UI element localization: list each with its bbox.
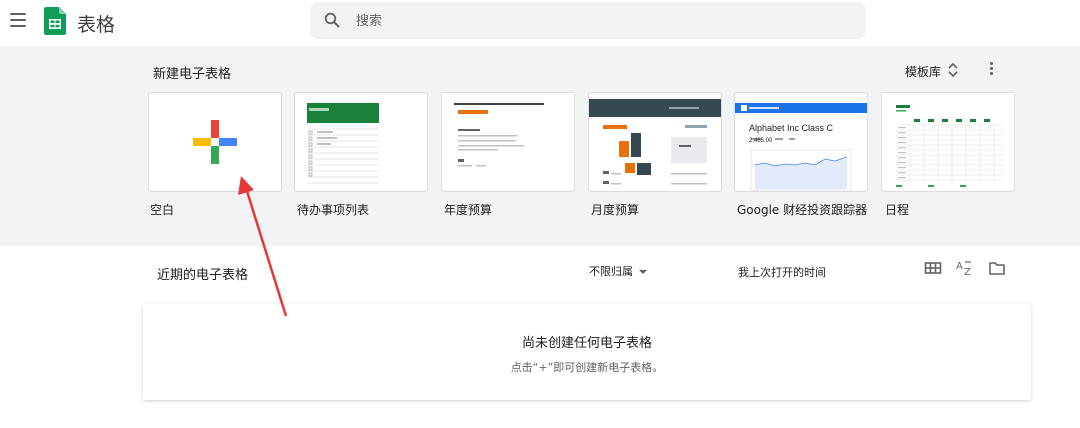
unfold-icon[interactable] <box>947 62 959 78</box>
owner-filter-label: 不限归属 <box>589 265 633 278</box>
todo-preview <box>307 103 379 184</box>
monthly-budget-preview <box>589 99 721 185</box>
template-label-todo[interactable]: 待办事项列表 <box>297 201 369 218</box>
empty-state-title: 尚未创建任何电子表格 <box>521 336 652 351</box>
template-card-schedule[interactable] <box>881 92 1015 192</box>
main-menu-icon[interactable] <box>10 13 26 27</box>
recent-section: 近期的电子表格 不限归属 我上次打开的时间 A Z 尚未创建任何电子表格 点击“… <box>0 246 1080 428</box>
new-spreadsheet-heading: 新建电子表格 <box>153 67 232 82</box>
dropdown-caret-icon <box>639 270 647 274</box>
template-label-schedule[interactable]: 日程 <box>885 201 909 218</box>
recent-heading: 近期的电子表格 <box>157 268 249 283</box>
top-header: 表格 <box>0 0 1080 46</box>
annual-budget-preview <box>454 103 544 167</box>
empty-state-card: 尚未创建任何电子表格 点击“+”即可创建新电子表格。 <box>143 304 1031 400</box>
template-label-monthly-budget[interactable]: 月度预算 <box>591 201 639 218</box>
grid-view-icon[interactable] <box>924 260 942 276</box>
template-label-blank[interactable]: 空白 <box>150 201 174 218</box>
template-card-blank[interactable] <box>148 92 282 192</box>
app-title[interactable]: 表格 <box>77 10 115 37</box>
template-card-investment-tracker[interactable]: Alphabet Inc Class C 2,465.00 <box>734 92 868 192</box>
search-input[interactable] <box>354 10 838 32</box>
search-bar[interactable] <box>310 2 866 39</box>
more-options-icon[interactable] <box>986 62 996 78</box>
stock-title: Alphabet Inc Class C <box>749 123 834 133</box>
plus-icon <box>193 120 237 164</box>
template-card-annual-budget[interactable] <box>441 92 575 192</box>
sheets-logo-icon[interactable] <box>44 7 66 35</box>
template-gallery-button[interactable]: 模板库 <box>905 63 941 80</box>
search-icon[interactable] <box>324 12 340 28</box>
folder-icon[interactable] <box>988 260 1006 276</box>
owner-filter-dropdown[interactable]: 不限归属 <box>589 263 647 279</box>
template-label-annual-budget[interactable]: 年度预算 <box>444 201 492 218</box>
svg-text:A: A <box>956 261 963 272</box>
template-section: 新建电子表格 模板库 空白 待办事项列表 年度预算 月度预算 Alphabet … <box>0 46 1080 246</box>
schedule-preview <box>894 103 1006 187</box>
template-card-monthly-budget[interactable] <box>588 92 722 192</box>
sort-az-icon[interactable]: A Z <box>955 258 975 278</box>
template-label-investment-tracker[interactable]: Google 财经投资跟踪器 <box>737 201 867 218</box>
stock-price: 2,465.00 <box>749 138 773 144</box>
template-card-todo[interactable] <box>294 92 428 192</box>
sort-by-last-opened[interactable]: 我上次打开的时间 <box>738 264 826 280</box>
empty-state-hint: 点击“+”即可创建新电子表格。 <box>510 361 664 374</box>
svg-text:Z: Z <box>964 267 971 278</box>
